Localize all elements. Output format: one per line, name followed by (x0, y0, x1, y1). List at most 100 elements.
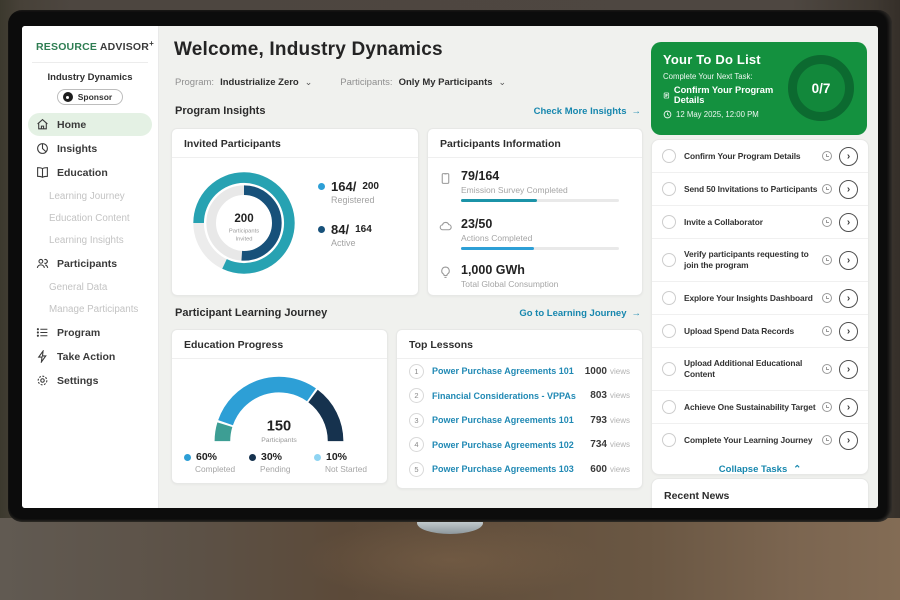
registered-value: 164/ (331, 179, 356, 194)
task-checkbox[interactable] (662, 215, 676, 229)
task-row-send-invitations: Send 50 Invitations to Participants › (652, 173, 868, 206)
task-checkbox[interactable] (662, 433, 676, 447)
task-checkbox[interactable] (662, 149, 676, 163)
check-more-insights-label: Check More Insights (534, 106, 627, 117)
lesson-views: 734 (590, 439, 607, 450)
sidebar-item-general-data[interactable]: General Data (22, 276, 158, 298)
task-open-button[interactable]: › (839, 431, 858, 450)
participants-information-title: Participants Information (428, 129, 642, 158)
education-progress-gauge-chart: 150 Participants (204, 368, 354, 448)
lesson-link[interactable]: Power Purchase Agreements 101 (432, 366, 585, 376)
emission-progress-fill (461, 199, 537, 202)
task-open-button[interactable]: › (839, 180, 858, 199)
page-title: Welcome, Industry Dynamics (174, 39, 443, 61)
invited-legend: 164/200 Registered 84/164 Active (318, 179, 379, 265)
task-checkbox[interactable] (662, 291, 676, 305)
legend-active: 84/164 Active (318, 222, 379, 248)
views-label: views (610, 391, 630, 400)
task-open-button[interactable]: › (839, 251, 858, 270)
sidebar-item-label: Settings (57, 375, 98, 387)
invited-participants-card: Invited Participants 200 Participants In… (171, 128, 419, 296)
education-icon (36, 166, 49, 179)
not-started-label: Not Started (325, 464, 379, 474)
stat-label: Total Global Consumption (461, 279, 558, 289)
lesson-link[interactable]: Power Purchase Agreements 102 (432, 440, 590, 450)
todo-due-label: 12 May 2025, 12:00 PM (676, 110, 759, 119)
task-open-button[interactable]: › (839, 147, 858, 166)
sidebar-item-label: Education (57, 167, 108, 179)
gauge-center-label: Participants (261, 437, 297, 444)
sidebar-item-education[interactable]: Education (22, 161, 158, 184)
logo-advisor: ADVISOR (97, 41, 149, 53)
arrow-right-icon: → (632, 308, 642, 319)
lesson-rank: 4 (409, 437, 424, 452)
go-to-learning-journey-label: Go to Learning Journey (519, 308, 626, 319)
education-progress-card: Education Progress 150 Participants 60% … (171, 329, 388, 484)
participants-filter-label: Participants: (340, 77, 392, 88)
clock-icon (822, 151, 832, 161)
task-checkbox[interactable] (662, 400, 676, 414)
program-filter[interactable]: Program: Industrialize Zero ⌄ (175, 77, 312, 88)
collapse-tasks-link[interactable]: Collapse Tasks ⌃ (652, 456, 868, 475)
lesson-link[interactable]: Financial Considerations - VPPAs (432, 391, 590, 401)
task-open-button[interactable]: › (839, 360, 858, 379)
chevron-down-icon: ⌄ (499, 77, 507, 88)
sidebar-item-manage-participants[interactable]: Manage Participants (22, 298, 158, 320)
task-checkbox[interactable] (662, 362, 676, 376)
views-label: views (610, 440, 630, 449)
check-more-insights-link[interactable]: Check More Insights → (534, 106, 641, 117)
sidebar-item-learning-journey[interactable]: Learning Journey (22, 185, 158, 207)
clock-icon (822, 435, 832, 445)
sidebar-item-learning-insights[interactable]: Learning Insights (22, 229, 158, 251)
document-icon (663, 91, 670, 100)
task-open-button[interactable]: › (839, 289, 858, 308)
legend-completed: 60% Completed (184, 451, 249, 474)
gauge-center-value: 150 (267, 418, 291, 434)
sidebar-item-participants[interactable]: Participants (22, 252, 158, 275)
invited-participants-title: Invited Participants (172, 129, 418, 158)
sidebar-item-settings[interactable]: Settings (22, 369, 158, 392)
chevron-right-icon: › (847, 255, 850, 266)
todo-progress-value: 0/7 (812, 81, 831, 96)
todo-progress-ring: 0/7 (788, 55, 854, 121)
clock-icon (663, 110, 672, 119)
sidebar-item-education-content[interactable]: Education Content (22, 207, 158, 229)
dashboard-screen: RESOURCE ADVISOR+ Industry Dynamics Spon… (22, 26, 878, 508)
todo-next-task[interactable]: Confirm Your Program Details (663, 85, 775, 105)
lesson-link[interactable]: Power Purchase Agreements 103 (432, 464, 590, 474)
go-to-learning-journey-link[interactable]: Go to Learning Journey → (519, 308, 641, 319)
participants-filter[interactable]: Participants: Only My Participants ⌄ (340, 77, 506, 88)
task-checkbox[interactable] (662, 253, 676, 267)
lesson-link[interactable]: Power Purchase Agreements 101 (432, 415, 590, 425)
sidebar-item-label: Take Action (57, 351, 115, 363)
task-row-complete-learning-journey: Complete Your Learning Journey › (652, 424, 868, 456)
completed-pct: 60% (196, 451, 217, 463)
gauge-not-started-segment (222, 425, 224, 441)
consumption-icon (439, 266, 452, 279)
lesson-views: 793 (590, 415, 607, 426)
emission-progress-bar (461, 199, 619, 202)
task-open-button[interactable]: › (839, 398, 858, 417)
lesson-row: 2 Financial Considerations - VPPAs 803 v… (397, 384, 642, 409)
pending-dot (249, 454, 256, 461)
sidebar-item-take-action[interactable]: Take Action (22, 345, 158, 368)
learning-journey-title: Participant Learning Journey (175, 307, 327, 319)
task-checkbox[interactable] (662, 324, 676, 338)
task-open-button[interactable]: › (839, 213, 858, 232)
sidebar-item-label: Program (57, 327, 100, 339)
participants-information-card: Participants Information 79/164 Emission… (427, 128, 643, 296)
task-open-button[interactable]: › (839, 322, 858, 341)
clock-icon (822, 402, 832, 412)
todo-summary-card: Your To Do List Complete Your Next Task:… (651, 42, 867, 135)
sidebar-item-program[interactable]: Program (22, 321, 158, 344)
lesson-views: 803 (590, 390, 607, 401)
sponsor-badge[interactable]: Sponsor (57, 89, 123, 105)
lesson-row: 1 Power Purchase Agreements 101 1000 vie… (397, 359, 642, 384)
sidebar-item-insights[interactable]: Insights (22, 137, 158, 160)
chevron-right-icon: › (847, 402, 850, 413)
active-value: 84/ (331, 222, 349, 237)
task-checkbox[interactable] (662, 182, 676, 196)
learning-journey-header: Participant Learning Journey Go to Learn… (175, 307, 641, 319)
sidebar-item-home[interactable]: Home (28, 113, 152, 136)
education-progress-title: Education Progress (172, 330, 387, 359)
